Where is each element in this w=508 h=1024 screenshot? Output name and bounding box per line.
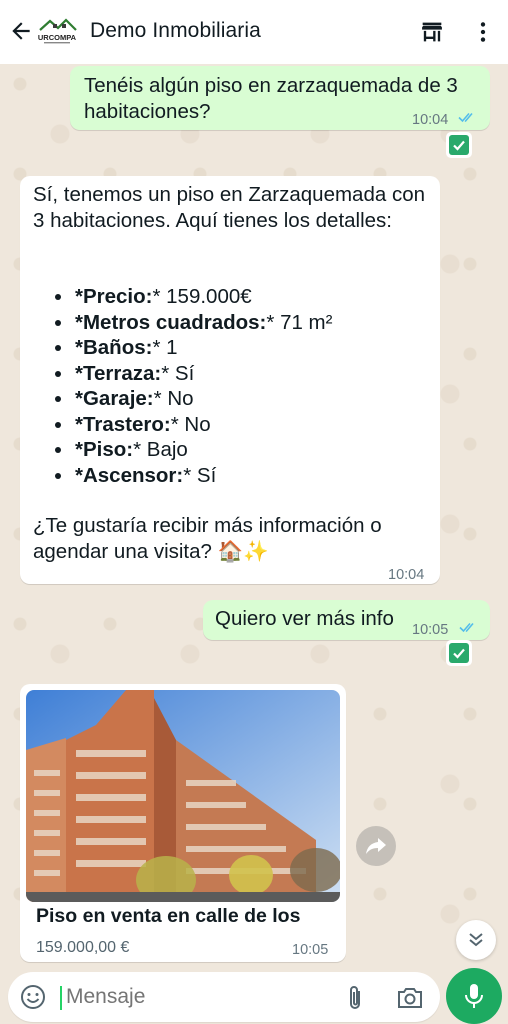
incoming-message[interactable]: Sí, tenemos un piso en Zarzaquemada con … <box>20 176 440 584</box>
forward-button[interactable] <box>356 826 396 866</box>
selection-checkbox[interactable] <box>446 132 472 158</box>
message-time: 10:04 <box>412 112 449 128</box>
message-composer <box>8 972 440 1022</box>
checkmark-icon <box>453 648 465 659</box>
read-ticks-icon <box>458 112 473 123</box>
detail-item: *Piso:* Bajo <box>53 437 332 463</box>
message-time: 10:05 <box>412 622 449 638</box>
checkmark-icon <box>453 140 465 151</box>
message-input[interactable] <box>66 985 326 1009</box>
property-photo[interactable] <box>26 690 340 902</box>
emoji-icon[interactable] <box>20 984 46 1010</box>
card-price: 159.000,00 € <box>36 939 130 956</box>
forward-icon <box>366 838 386 854</box>
detail-item: *Garaje:* No <box>53 386 332 412</box>
voice-message-button[interactable] <box>446 968 502 1024</box>
selection-checkbox[interactable] <box>446 640 472 666</box>
back-arrow-icon[interactable] <box>8 18 34 44</box>
message-question: ¿Te gustaría recibir más información o a… <box>33 514 382 563</box>
property-card-message[interactable]: Piso en venta en calle de los 159.000,00… <box>20 684 346 962</box>
outgoing-message[interactable]: Tenéis algún piso en zarzaquemada de 3 h… <box>70 66 490 130</box>
detail-item: *Ascensor:* Sí <box>53 463 332 489</box>
camera-icon[interactable] <box>396 985 424 1011</box>
message-time: 10:04 <box>388 567 425 583</box>
detail-item: *Terraza:* Sí <box>53 361 332 387</box>
detail-item: *Metros cuadrados:* 71 m² <box>53 310 332 336</box>
detail-item: *Trastero:* No <box>53 412 332 438</box>
message-text: Quiero ver más info <box>215 607 394 630</box>
text-caret <box>60 986 62 1010</box>
card-title[interactable]: Piso en venta en calle de los <box>36 904 300 930</box>
read-ticks-icon <box>459 622 474 633</box>
attach-icon[interactable] <box>344 984 366 1012</box>
scroll-to-bottom-button[interactable] <box>456 920 496 960</box>
detail-item: *Baños:* 1 <box>53 335 332 361</box>
logo-text: URCOMPA <box>38 33 77 42</box>
business-logo[interactable]: URCOMPA <box>36 16 78 46</box>
double-chevron-down-icon <box>469 933 483 947</box>
storefront-icon[interactable] <box>418 18 446 46</box>
property-details-list: *Precio:* 159.000€ *Metros cuadrados:* 7… <box>53 284 332 488</box>
message-time: 10:05 <box>292 942 329 958</box>
microphone-icon <box>465 984 483 1008</box>
chat-header: URCOMPA Demo Inmobiliaria <box>0 0 508 64</box>
more-options-icon[interactable] <box>470 18 496 46</box>
message-intro: Sí, tenemos un piso en Zarzaquemada con … <box>33 183 426 232</box>
outgoing-message[interactable]: Quiero ver más info 10:05 <box>203 600 490 640</box>
chat-title[interactable]: Demo Inmobiliaria <box>90 19 261 43</box>
detail-item: *Precio:* 159.000€ <box>53 284 332 310</box>
